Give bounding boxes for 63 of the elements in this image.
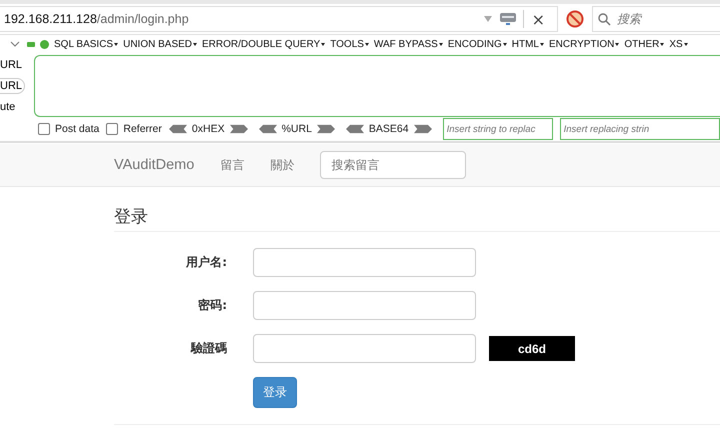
- search-icon: [598, 13, 611, 26]
- input-field[interactable]: [253, 291, 476, 320]
- url-textarea[interactable]: [34, 55, 720, 117]
- caret-icon: [660, 42, 664, 46]
- caret-icon: [502, 42, 507, 46]
- search-field[interactable]: 搜索: [592, 6, 720, 32]
- encoder-label: BASE64: [368, 123, 409, 135]
- login-button[interactable]: 登录: [253, 377, 297, 408]
- menu-button[interactable]: WAF BYPASS: [374, 38, 443, 50]
- close-button[interactable]: ×: [530, 10, 547, 28]
- captcha-image: cd6d: [489, 336, 575, 361]
- blocked-icon[interactable]: [566, 10, 584, 28]
- field-label: 驗證碼: [190, 340, 228, 357]
- nav-link[interactable]: 留言: [220, 156, 244, 174]
- url-text: 192.168.211.128/admin/login.php: [4, 12, 190, 26]
- field-label: 用户名:: [185, 254, 228, 271]
- search-field[interactable]: 搜索留言: [320, 151, 466, 179]
- caret-icon: [321, 42, 326, 46]
- caret-icon: [114, 42, 118, 46]
- caret-icon: [193, 42, 198, 46]
- side-button[interactable]: URL: [0, 78, 26, 94]
- brand-link[interactable]: VAuditDemo: [114, 157, 194, 173]
- address-bar[interactable]: 192.168.211.128/admin/login.php ×: [0, 6, 558, 32]
- caret-icon: [684, 42, 688, 46]
- replace-field[interactable]: Insert replacing strin: [560, 118, 720, 140]
- minus-icon[interactable]: [27, 42, 35, 46]
- menu-button[interactable]: ENCRYPTION: [548, 38, 620, 50]
- encoder-label: %URL: [282, 123, 312, 135]
- plus-icon[interactable]: [40, 40, 49, 48]
- side-button[interactable]: ute: [0, 100, 18, 114]
- input-field[interactable]: [253, 248, 476, 277]
- dropdown-icon[interactable]: [482, 15, 493, 23]
- checkbox[interactable]: [106, 123, 118, 135]
- menu-button[interactable]: SQL BASICS: [54, 38, 118, 50]
- checkbox-label: Post data: [55, 123, 100, 135]
- arrow-left-icon[interactable]: [168, 124, 187, 134]
- page-heading: 登录: [114, 205, 720, 232]
- menu-button[interactable]: OTHER: [624, 38, 664, 50]
- menu-button[interactable]: ENCODING: [448, 38, 507, 50]
- caret-icon: [438, 42, 443, 46]
- input-field[interactable]: [253, 334, 476, 363]
- checkbox[interactable]: [38, 123, 50, 135]
- arrow-left-icon[interactable]: [258, 124, 277, 134]
- menu-button[interactable]: UNION BASED: [123, 38, 198, 50]
- encoder-label: 0xHEX: [192, 123, 225, 135]
- arrow-right-icon[interactable]: [316, 124, 335, 134]
- menu-button[interactable]: XS: [669, 38, 688, 50]
- menu-button[interactable]: ERROR/DOUBLE QUERY: [202, 38, 326, 50]
- arrow-right-icon[interactable]: [414, 124, 432, 134]
- menu-button[interactable]: TOOLS: [330, 38, 369, 50]
- menu-button[interactable]: HTML: [512, 38, 544, 50]
- arrow-right-icon[interactable]: [230, 124, 248, 134]
- drive-icon[interactable]: [498, 12, 517, 26]
- replace-field[interactable]: Insert string to replac: [442, 118, 553, 140]
- caret-icon: [615, 42, 620, 46]
- caret-icon: [540, 42, 544, 46]
- checkbox-label: Referrer: [123, 123, 162, 135]
- caret-icon: [364, 42, 369, 46]
- chevron-down-icon[interactable]: [10, 41, 20, 47]
- side-button[interactable]: URL: [0, 58, 24, 72]
- nav-link[interactable]: 關於: [270, 156, 294, 174]
- arrow-left-icon[interactable]: [346, 124, 364, 134]
- field-label: 密码:: [197, 297, 228, 314]
